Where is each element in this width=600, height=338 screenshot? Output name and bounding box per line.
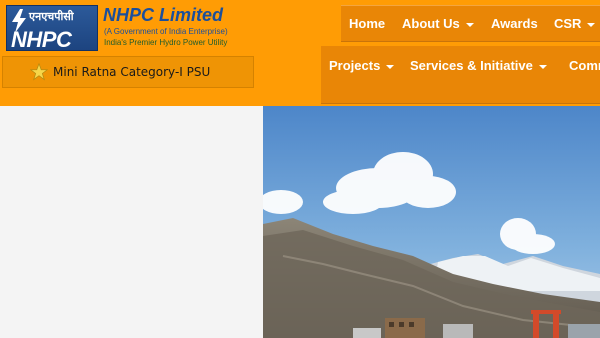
nhpc-logo[interactable]: एनएचपीसी NHPC xyxy=(6,5,98,52)
secondary-nav-bar: Projects Services & Initiative Comm xyxy=(321,46,600,104)
nav-comm[interactable]: Comm xyxy=(569,58,600,73)
nav-projects[interactable]: Projects xyxy=(329,58,395,73)
site-header: एनएचपीसी NHPC NHPC Limited (A Government… xyxy=(0,0,600,106)
nav-about-us[interactable]: About Us xyxy=(402,16,474,31)
nav-projects-label: Projects xyxy=(329,58,381,73)
nav-home[interactable]: Home xyxy=(349,16,385,31)
nav-csr[interactable]: CSR xyxy=(554,16,596,31)
nav-awards[interactable]: Awards xyxy=(491,16,538,31)
nav-services-label: Services & Initiative xyxy=(410,58,533,73)
brand-subtitle: (A Government of India Enterprise) xyxy=(104,27,228,36)
nav-about-us-label: About Us xyxy=(402,16,460,31)
nav-csr-label: CSR xyxy=(554,16,582,31)
mini-ratna-label: Mini Ratna Category-I PSU xyxy=(53,65,211,79)
nav-services-initiative[interactable]: Services & Initiative xyxy=(410,58,547,73)
logo-main-text: NHPC xyxy=(11,27,72,52)
chevron-down-icon xyxy=(538,64,547,69)
primary-nav-bar: Home About Us Awards CSR xyxy=(341,5,600,42)
mini-ratna-badge: Mini Ratna Category-I PSU xyxy=(2,56,254,88)
brand-title: NHPC Limited xyxy=(103,5,224,25)
nav-home-label: Home xyxy=(349,16,386,31)
logo-hindi-text: एनएचपीसी xyxy=(29,10,74,23)
nav-comm-label: Comm xyxy=(569,58,600,73)
brand-tagline: India's Premier Hydro Power Utility xyxy=(104,38,228,47)
chevron-down-icon xyxy=(386,64,395,69)
chevron-down-icon xyxy=(465,22,474,27)
content-sidebar-area xyxy=(0,106,263,338)
chevron-down-icon xyxy=(587,22,596,27)
star-icon xyxy=(30,63,48,81)
hydro-project-banner-image xyxy=(263,106,600,338)
banner-photo xyxy=(263,106,600,338)
nav-awards-label: Awards xyxy=(491,16,538,31)
